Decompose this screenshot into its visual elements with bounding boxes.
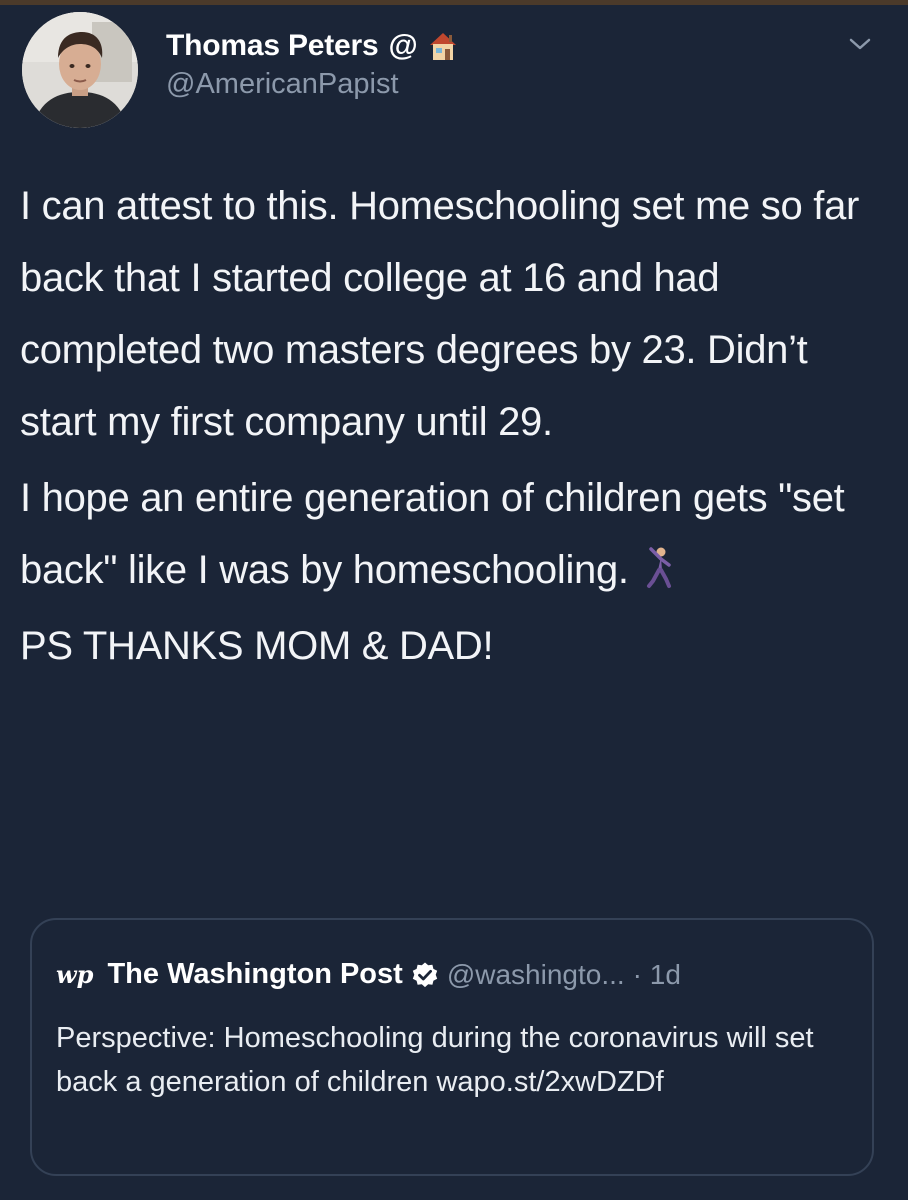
washington-post-logo: wp	[56, 960, 94, 989]
tweet: Thomas Peters @ @AmericanPapist I can at…	[0, 0, 908, 1200]
quoted-tweet-handle: @washingto...	[446, 958, 625, 990]
quoted-tweet-timestamp: · 1d	[632, 958, 681, 990]
chevron-down-icon[interactable]	[846, 34, 874, 54]
photo-top-edge	[0, 0, 908, 5]
verified-badge-icon	[411, 961, 439, 989]
tweet-author[interactable]: Thomas Peters @ @AmericanPapist	[166, 26, 766, 101]
author-handle: @AmericanPapist	[166, 68, 399, 100]
tweet-paragraph-2: I hope an entire generation of children …	[20, 462, 880, 606]
display-name: Thomas Peters	[166, 29, 379, 62]
quoted-tweet-card[interactable]: wp The Washington Post @washingto... · 1…	[30, 918, 874, 1176]
avatar[interactable]	[22, 12, 138, 128]
tweet-text: I can attest to this. Homeschooling set …	[20, 170, 880, 682]
quoted-tweet-header: wp The Washington Post @washingto... · 1…	[56, 958, 681, 991]
display-name-row: Thomas Peters @	[166, 26, 766, 66]
quoted-tweet-author-name: The Washington Post	[107, 958, 403, 990]
man-dancing-emoji-icon	[639, 540, 679, 588]
quoted-tweet-text: Perspective: Homeschooling during the co…	[56, 1022, 814, 1098]
display-name-suffix: @	[388, 29, 418, 62]
tweet-paragraph-1: I can attest to this. Homeschooling set …	[20, 184, 860, 444]
tweet-paragraph-3: PS THANKS MOM & DAD!	[20, 624, 494, 668]
tweet-paragraph-2-text: I hope an entire generation of children …	[20, 476, 845, 592]
house-emoji-icon	[426, 29, 460, 63]
